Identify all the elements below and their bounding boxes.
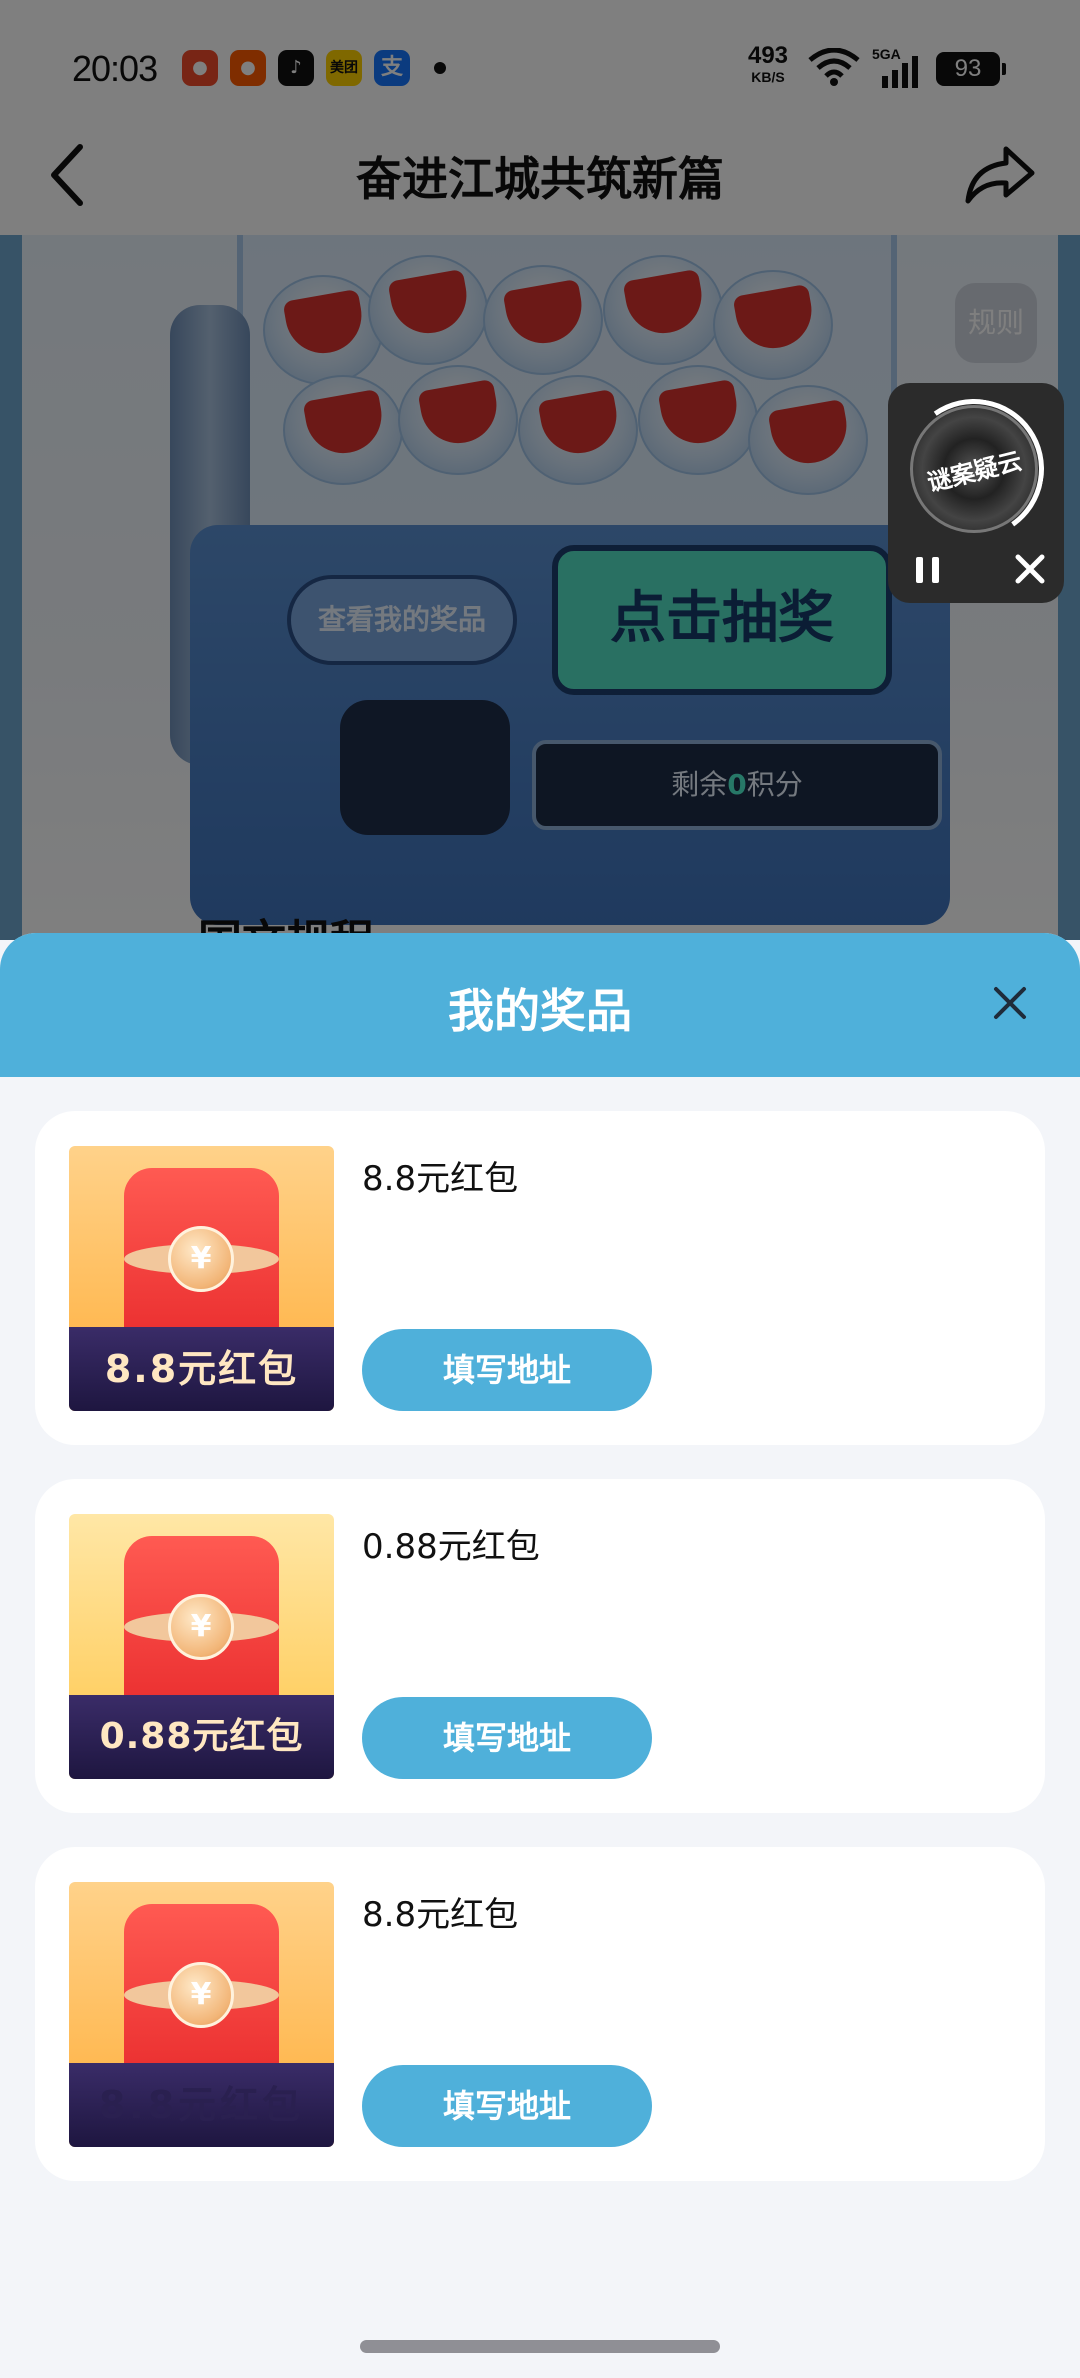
fill-address-button[interactable]: 填写地址 [362, 2065, 652, 2147]
prize-image-caption: 8.8元红包 [69, 2063, 334, 2147]
close-icon[interactable] [990, 983, 1030, 1023]
music-player-widget[interactable]: 谜案疑云 [888, 383, 1064, 603]
fill-address-button[interactable]: 填写地址 [362, 1329, 652, 1411]
prize-name: 8.8元红包 [362, 1159, 519, 1199]
prize-name: 0.88元红包 [362, 1527, 540, 1567]
red-envelope-image: ¥ 8.8元红包 [69, 1146, 334, 1411]
prize-card: ¥ 0.88元红包 0.88元红包 填写地址 [35, 1479, 1045, 1813]
album-title: 谜案疑云 [924, 446, 1025, 498]
sheet-header: 我的奖品 [0, 933, 1080, 1077]
my-prizes-sheet: 我的奖品 ¥ 8.8元红包 8.8元红包 填写地址 ¥ 0.88元红包 0.88… [0, 933, 1080, 2378]
red-envelope-image: ¥ 8.8元红包 [69, 1882, 334, 2147]
prize-card: ¥ 8.8元红包 8.8元红包 填写地址 [35, 1847, 1045, 2181]
sheet-title: 我的奖品 [448, 984, 632, 1038]
pause-icon[interactable] [910, 551, 946, 587]
prize-name: 8.8元红包 [362, 1895, 519, 1935]
yuan-coin-icon: ¥ [168, 1594, 234, 1660]
fill-address-button[interactable]: 填写地址 [362, 1697, 652, 1779]
album-disc[interactable]: 谜案疑云 [910, 405, 1038, 533]
yuan-coin-icon: ¥ [168, 1962, 234, 2028]
close-icon[interactable] [1012, 551, 1048, 587]
prize-card: ¥ 8.8元红包 8.8元红包 填写地址 [35, 1111, 1045, 1445]
red-envelope-image: ¥ 0.88元红包 [69, 1514, 334, 1779]
prize-image-caption: 8.8元红包 [69, 1327, 334, 1411]
home-indicator[interactable] [360, 2340, 720, 2353]
yuan-coin-icon: ¥ [168, 1226, 234, 1292]
prize-image-caption: 0.88元红包 [69, 1695, 334, 1779]
